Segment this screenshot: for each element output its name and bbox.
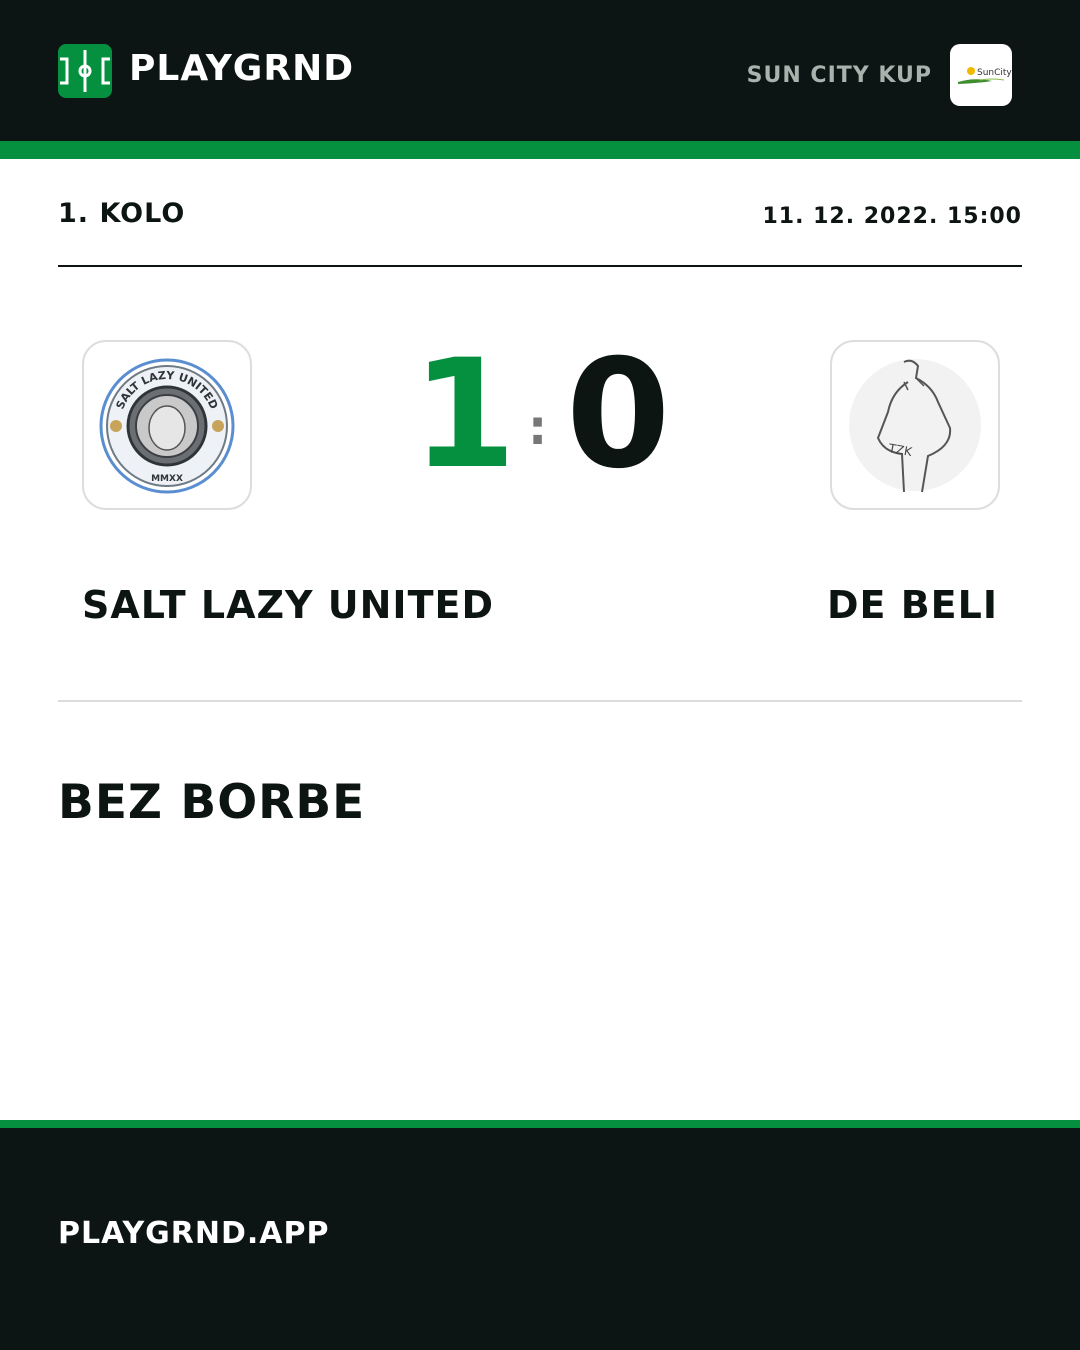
divider <box>58 265 1022 267</box>
competition-logo-text: SunCity <box>977 68 1012 78</box>
divider <box>58 700 1022 702</box>
away-score: 0 <box>566 328 671 502</box>
pitch-icon <box>58 44 112 98</box>
score-separator: : <box>528 400 548 456</box>
footer-url-link[interactable]: PLAYGRND.APP <box>58 1216 330 1251</box>
home-score: 1 <box>412 328 517 502</box>
competition-name: SUN CITY KUP <box>746 62 932 88</box>
competition[interactable]: SUN CITY KUP SunCity <box>747 44 1012 106</box>
home-logo-bottom-text: MMXX <box>151 474 183 484</box>
away-team-logo[interactable]: TZK <box>830 340 1000 510</box>
away-team-name[interactable]: DE BELI <box>827 583 998 627</box>
brand[interactable]: PLAYGRND <box>58 44 354 98</box>
competition-logo: SunCity <box>950 44 1012 106</box>
match-datetime: 11. 12. 2022. 15:00 <box>762 204 1022 229</box>
match-status: BEZ BORBE <box>58 775 366 830</box>
brand-name: PLAYGRND <box>129 48 355 89</box>
sun-icon <box>967 67 975 75</box>
home-team-name[interactable]: SALT LAZY UNITED <box>82 583 494 627</box>
header-accent-stripe <box>0 141 1080 159</box>
home-team-logo[interactable]: SALT LAZY UNITED MMXX <box>82 340 252 510</box>
round-label: 1. KOLO <box>58 198 186 229</box>
footer-accent-stripe <box>0 1120 1080 1128</box>
